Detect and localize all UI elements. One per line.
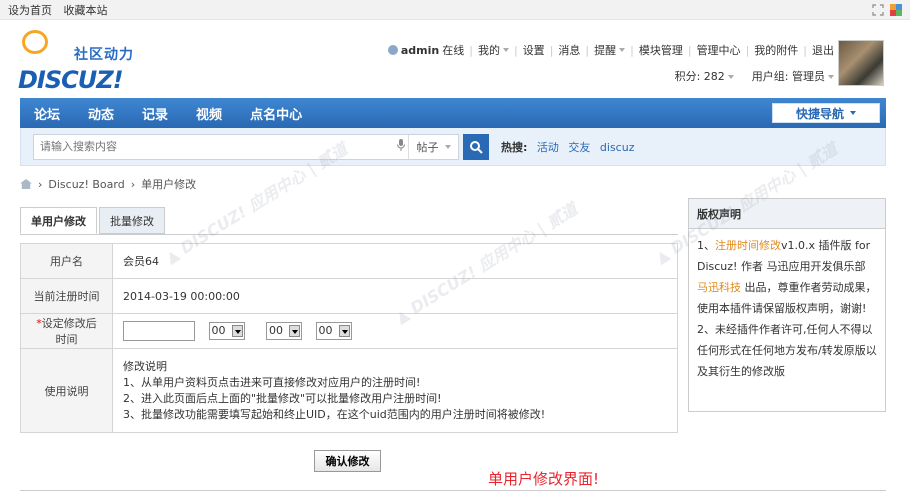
tab-batch[interactable]: 批量修改	[99, 207, 165, 234]
user-stats: 积分: 282 用户组: 管理员	[675, 68, 834, 84]
confirm-button[interactable]: 确认修改	[314, 450, 381, 472]
usage-line: 3、批量修改功能需要填写起始和终止UID，在这个uid范围内的用户注册时间将被修…	[123, 407, 546, 421]
chevron-down-icon	[619, 48, 626, 52]
hot-link-activity[interactable]: 活动	[537, 141, 559, 154]
site-logo[interactable]: 社区动力 DISCUZ!	[18, 28, 138, 98]
set-home-link[interactable]: 设为首页	[8, 4, 52, 17]
hot-search: 热搜: 活动 交友 discuz	[501, 139, 634, 155]
chevron-down-icon	[502, 48, 509, 52]
minute-select[interactable]: 00	[266, 322, 302, 340]
table-row: 使用说明 修改说明 1、从单用户资料页点击进来可直接修改对应用户的注册时间! 2…	[20, 348, 678, 433]
username-label: 用户名	[20, 243, 113, 279]
logo-text-cn: 社区动力	[74, 47, 134, 63]
hot-link-dating[interactable]: 交友	[568, 141, 590, 154]
logo-text-en: DISCUZ!	[18, 66, 124, 94]
usage-line: 1、从单用户资料页点击进来可直接修改对应用户的注册时间!	[123, 375, 421, 389]
usage-text: 修改说明 1、从单用户资料页点击进来可直接修改对应用户的注册时间! 2、进入此页…	[112, 348, 678, 433]
bookmark-link[interactable]: 收藏本站	[64, 4, 108, 17]
search-type-label: 帖子	[416, 140, 439, 154]
menu-module-admin[interactable]: 模块管理	[639, 42, 683, 58]
hour-select[interactable]: 00	[208, 322, 245, 340]
copyright-body: 1、注册时间修改v1.0.x 插件版 for Discuz! 作者 马迅应用开发…	[689, 229, 885, 388]
logo-bubble-icon	[22, 30, 48, 54]
menu-my[interactable]: 我的	[478, 42, 500, 58]
fullscreen-icon[interactable]	[872, 3, 884, 16]
hour-value: 00	[211, 324, 226, 337]
regtime-value: 2014-03-19 00:00:00	[112, 278, 678, 314]
breadcrumb-current: 单用户修改	[141, 178, 197, 191]
regtime-label: 当前注册时间	[20, 278, 113, 314]
online-status: 在线	[442, 44, 465, 57]
theme-icon[interactable]	[890, 3, 902, 16]
chevron-down-icon	[444, 144, 451, 149]
username-value: 会员64	[112, 243, 678, 279]
nav-item-feed[interactable]: 动态	[74, 104, 128, 123]
microphone-icon[interactable]	[394, 139, 408, 154]
hot-link-discuz[interactable]: discuz	[600, 141, 635, 154]
menu-settings[interactable]: 设置	[523, 42, 545, 58]
set-time-label: *设定修改后时间	[20, 313, 113, 349]
minute-value: 00	[269, 324, 283, 337]
hot-search-label: 热搜:	[501, 140, 528, 154]
search-box: 帖子	[33, 133, 459, 160]
set-time-label-text: 设定修改后时间	[41, 317, 97, 346]
header: 社区动力 DISCUZ! admin 在线 | 我的 | 设置 | 消息 | 提…	[0, 20, 910, 98]
avatar[interactable]	[838, 40, 884, 86]
chevron-down-icon	[828, 75, 834, 79]
tab-bar: 单用户修改 批量修改	[20, 207, 167, 234]
search-icon	[470, 140, 483, 154]
second-value: 00	[318, 324, 333, 337]
top-bar: 设为首页 收藏本站	[0, 0, 910, 20]
breadcrumb: › Discuz! Board › 单用户修改	[20, 176, 196, 192]
breadcrumb-board[interactable]: Discuz! Board	[48, 178, 124, 191]
usage-label: 使用说明	[20, 348, 113, 433]
menu-messages[interactable]: 消息	[558, 42, 580, 58]
copyright-title: 版权声明	[689, 199, 885, 229]
usergroup-link[interactable]: 用户组: 管理员	[752, 70, 825, 83]
date-input[interactable]	[123, 321, 195, 341]
menu-notices[interactable]: 提醒	[594, 42, 616, 58]
usage-line: 修改说明	[123, 359, 167, 373]
search-input[interactable]	[34, 134, 394, 159]
usage-line: 2、进入此页面后点上面的"批量修改"可以批量修改用户注册时间!	[123, 391, 442, 405]
nav-item-video[interactable]: 视频	[182, 104, 236, 123]
search-type-select[interactable]: 帖子	[408, 134, 458, 159]
home-icon[interactable]	[20, 179, 32, 189]
chevron-down-icon	[727, 75, 734, 79]
plugin-link[interactable]: 注册时间修改	[715, 239, 781, 252]
nav-item-records[interactable]: 记录	[128, 104, 182, 123]
page-note: 单用户修改界面!	[488, 470, 600, 488]
search-button[interactable]	[463, 133, 489, 160]
user-icon	[387, 45, 398, 55]
table-row: *设定修改后时间 00 00 00	[20, 313, 678, 349]
nav-item-forum[interactable]: 论坛	[20, 104, 74, 123]
search-bar: 帖子 热搜: 活动 交友 discuz	[20, 128, 886, 166]
second-select[interactable]: 00	[315, 322, 352, 340]
username-link[interactable]: admin	[401, 44, 439, 57]
table-row: 用户名 会员64	[20, 243, 678, 279]
menu-logout[interactable]: 退出	[812, 42, 834, 58]
table-row: 当前注册时间 2014-03-19 00:00:00	[20, 278, 678, 314]
tab-single-user[interactable]: 单用户修改	[20, 207, 97, 234]
chevron-down-icon	[850, 111, 856, 115]
nav-item-rollcall[interactable]: 点名中心	[236, 104, 316, 123]
menu-my-attachments[interactable]: 我的附件	[754, 42, 798, 58]
quick-nav-label: 快捷导航	[795, 106, 844, 121]
author-link[interactable]: 马迅科技	[697, 281, 741, 294]
points-link[interactable]: 积分: 282	[675, 70, 725, 83]
menu-admin-center[interactable]: 管理中心	[697, 42, 741, 58]
main-nav: 论坛 动态 记录 视频 点名中心 快捷导航	[20, 98, 886, 128]
copyright-text: 2、未经插件作者许可,任何人不得以任何形式在任何地方发布/转发原版以及其衍生的修…	[697, 323, 877, 378]
user-bar: admin 在线 | 我的 | 设置 | 消息 | 提醒 | 模块管理 | 管理…	[387, 42, 834, 58]
copyright-panel: 版权声明 1、注册时间修改v1.0.x 插件版 for Discuz! 作者 马…	[688, 198, 886, 412]
copyright-text: 1、	[697, 239, 715, 252]
edit-form: 用户名 会员64 当前注册时间 2014-03-19 00:00:00 *设定修…	[20, 243, 678, 433]
quick-nav-button[interactable]: 快捷导航	[772, 103, 880, 123]
